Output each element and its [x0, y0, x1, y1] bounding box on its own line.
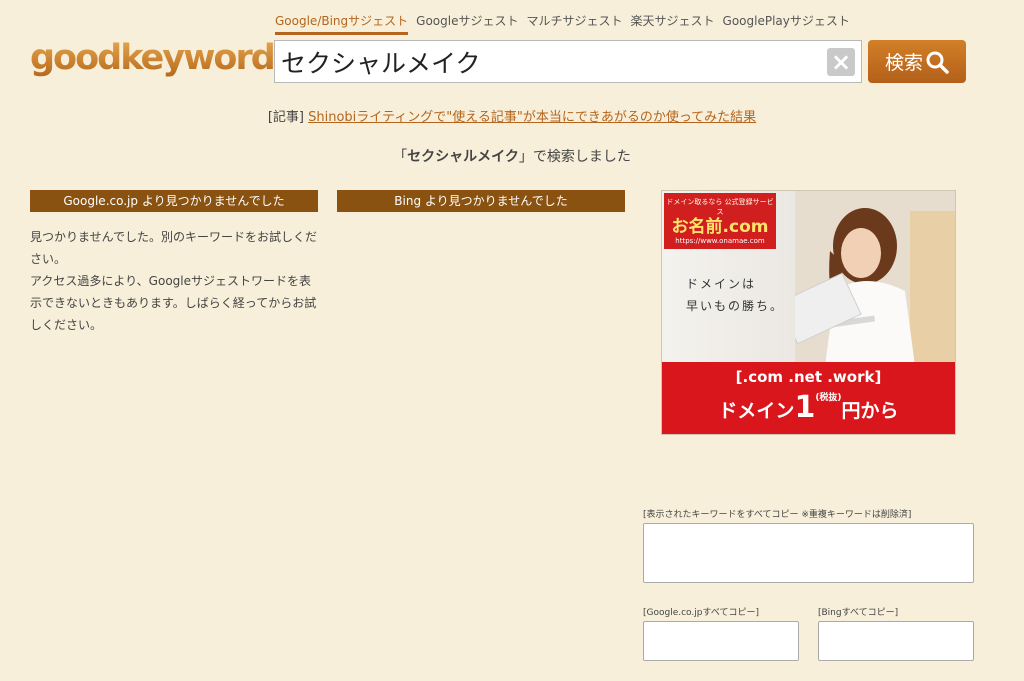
site-logo[interactable]: goodkeyword: [30, 38, 276, 78]
copy-bing-label: [Bingすべてコピー]: [818, 608, 899, 618]
ad-price-pre: ドメイン: [718, 400, 795, 422]
article-link[interactable]: Shinobiライティングで"使える記事"が本当にできあがるのか使ってみた結果: [308, 110, 756, 125]
tab-google-bing[interactable]: Google/Bingサジェスト: [275, 12, 409, 35]
copy-all-label: [表示されたキーワードをすべてコピー ※重複キーワードは削除済]: [643, 510, 912, 520]
search-button-label: 検索: [884, 52, 923, 74]
ad-badge-brand: お名前.com: [671, 217, 769, 237]
bing-results-header: Bing より見つかりませんでした: [337, 190, 625, 212]
ad-copy: ドメインは 早いもの勝ち。: [686, 273, 784, 317]
copy-google-label: [Google.co.jpすべてコピー]: [643, 608, 760, 618]
tab-googleplay[interactable]: GooglePlayサジェスト: [723, 12, 850, 35]
search-icon: [926, 51, 949, 74]
tab-multi[interactable]: マルチサジェスト: [526, 12, 622, 35]
result-open: 「: [393, 149, 408, 165]
ad-copy-line2: 早いもの勝ち。: [686, 299, 785, 313]
ad-tlds: [.com .net .work]: [735, 368, 882, 386]
ad-banner[interactable]: ドメイン取るなら 公式登録サービス お名前.com https://www.on…: [661, 190, 956, 435]
ad-copy-line1: ドメインは: [686, 277, 757, 291]
result-close: 」で検索しました: [518, 149, 631, 165]
result-title: 「セクシャルメイク」で検索しました: [0, 146, 1024, 166]
search-button[interactable]: 検索: [868, 40, 966, 83]
tab-rakuten[interactable]: 楽天サジェスト: [631, 12, 715, 35]
ad-badge-small: ドメイン取るなら 公式登録サービス: [666, 198, 774, 216]
suggest-tabs: Google/Bingサジェスト Googleサジェスト マルチサジェスト 楽天…: [275, 12, 850, 35]
ad-price-num: 1: [794, 390, 816, 425]
google-message-1: 見つかりませんでした。別のキーワードをお試しください。: [30, 230, 318, 266]
ad-price-note: (税抜): [815, 393, 842, 403]
ad-price-post: 円から: [841, 400, 899, 422]
ad-price-banner: [.com .net .work] ドメイン1(税抜)円から: [662, 362, 955, 434]
tab-google[interactable]: Googleサジェスト: [416, 12, 518, 35]
article-prefix: [記事]: [267, 110, 304, 125]
google-results-header: Google.co.jp より見つかりませんでした: [30, 190, 318, 212]
copy-all-textarea[interactable]: [643, 523, 974, 583]
copy-google-textarea[interactable]: [643, 621, 799, 661]
search-input[interactable]: [275, 41, 815, 82]
google-results-message: 見つかりませんでした。別のキーワードをお試しください。 アクセス過多により、Go…: [30, 226, 320, 336]
copy-bing-textarea[interactable]: [818, 621, 974, 661]
ad-price: ドメイン1(税抜)円から: [662, 390, 955, 425]
ad-badge-url: https://www.onamae.com: [675, 237, 765, 245]
google-message-2: アクセス過多により、Googleサジェストワードを表示できないときもあります。し…: [30, 274, 317, 332]
article-notice: [記事] Shinobiライティングで"使える記事"が本当にできあがるのか使って…: [0, 106, 1024, 125]
ad-person-image: [795, 191, 955, 366]
ad-brand-badge: ドメイン取るなら 公式登録サービス お名前.com https://www.on…: [664, 193, 776, 249]
result-keyword: セクシャルメイク: [407, 149, 519, 165]
search-box: ×: [274, 40, 862, 83]
close-icon[interactable]: ×: [827, 48, 855, 76]
